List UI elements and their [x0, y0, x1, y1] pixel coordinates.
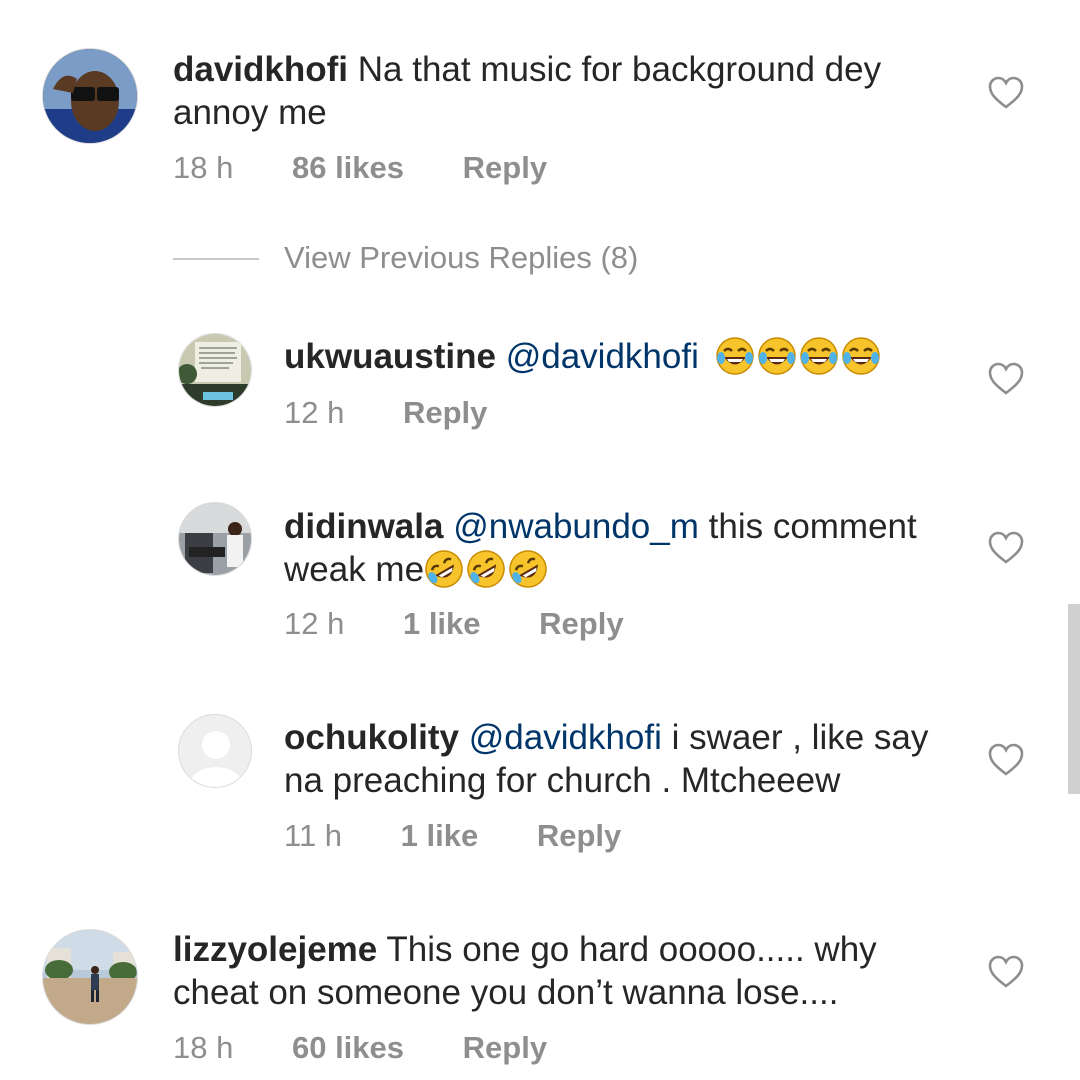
reply-button[interactable]: Reply	[537, 818, 621, 854]
mention-link[interactable]: @nwabundo_m	[453, 507, 699, 546]
avatar[interactable]	[42, 48, 138, 144]
divider	[173, 258, 259, 260]
avatar[interactable]	[178, 333, 252, 407]
comment-time: 12 h	[284, 395, 345, 430]
comment-time: 18 h	[173, 150, 234, 185]
comment-username[interactable]: ochukolity	[284, 718, 459, 757]
comment-likes[interactable]: 1 like	[401, 818, 479, 854]
avatar[interactable]	[178, 502, 252, 576]
reply-button[interactable]: Reply	[463, 150, 547, 186]
reply-button[interactable]: Reply	[403, 395, 487, 431]
heart-icon[interactable]	[988, 362, 1024, 396]
comment-username[interactable]: lizzyolejeme	[173, 930, 377, 969]
comment-body: lizzyolejeme This one go hard ooooo.....…	[173, 928, 933, 1014]
comment-time: 11 h	[284, 818, 343, 853]
reply-button[interactable]: Reply	[463, 1030, 547, 1066]
view-previous-replies-label[interactable]: View Previous Replies (8)	[284, 240, 638, 276]
heart-icon[interactable]	[988, 76, 1024, 110]
emoji-group	[424, 550, 550, 589]
reply-button[interactable]: Reply	[539, 606, 623, 642]
comment-likes[interactable]: 1 like	[403, 606, 481, 642]
comment-username[interactable]: ukwuaustine	[284, 337, 496, 376]
heart-icon[interactable]	[988, 743, 1024, 777]
avatar[interactable]	[178, 714, 252, 788]
mention-link[interactable]: @davidkhofi	[506, 337, 699, 376]
rofl-emoji-icon	[425, 550, 463, 588]
laughing-tears-emoji-icon	[757, 337, 796, 375]
laughing-tears-emoji-icon	[799, 337, 838, 375]
comment-body: didinwala @nwabundo_m this comment weak …	[284, 505, 964, 591]
rofl-emoji-icon	[467, 550, 505, 588]
heart-icon[interactable]	[988, 531, 1024, 565]
comment-meta: 18 h 60 likes Reply	[173, 1030, 547, 1066]
mention-link[interactable]: @davidkhofi	[469, 718, 662, 757]
comment-body: davidkhofi Na that music for background …	[173, 48, 933, 134]
comment-username[interactable]: didinwala	[284, 507, 443, 546]
comment-meta: 12 h Reply	[284, 395, 487, 431]
comment-meta: 18 h 86 likes Reply	[173, 150, 547, 186]
comment-username[interactable]: davidkhofi	[173, 50, 348, 89]
comment-likes[interactable]: 86 likes	[292, 150, 404, 186]
laughing-tears-emoji-icon	[841, 337, 880, 375]
avatar[interactable]	[42, 929, 138, 1025]
comment-body: ukwuaustine @davidkhofi	[284, 335, 964, 378]
comment-time: 18 h	[173, 1030, 234, 1065]
comment-likes[interactable]: 60 likes	[292, 1030, 404, 1066]
rofl-emoji-icon	[509, 550, 547, 588]
heart-icon[interactable]	[988, 955, 1024, 989]
scrollbar[interactable]	[1068, 604, 1080, 794]
comment-body: ochukolity @davidkhofi i swaer , like sa…	[284, 716, 964, 802]
laughing-tears-emoji-icon	[715, 337, 754, 375]
comment-meta: 11 h 1 like Reply	[284, 818, 621, 854]
comment-time: 12 h	[284, 606, 345, 641]
comment-meta: 12 h 1 like Reply	[284, 606, 624, 642]
emoji-group	[715, 337, 883, 376]
